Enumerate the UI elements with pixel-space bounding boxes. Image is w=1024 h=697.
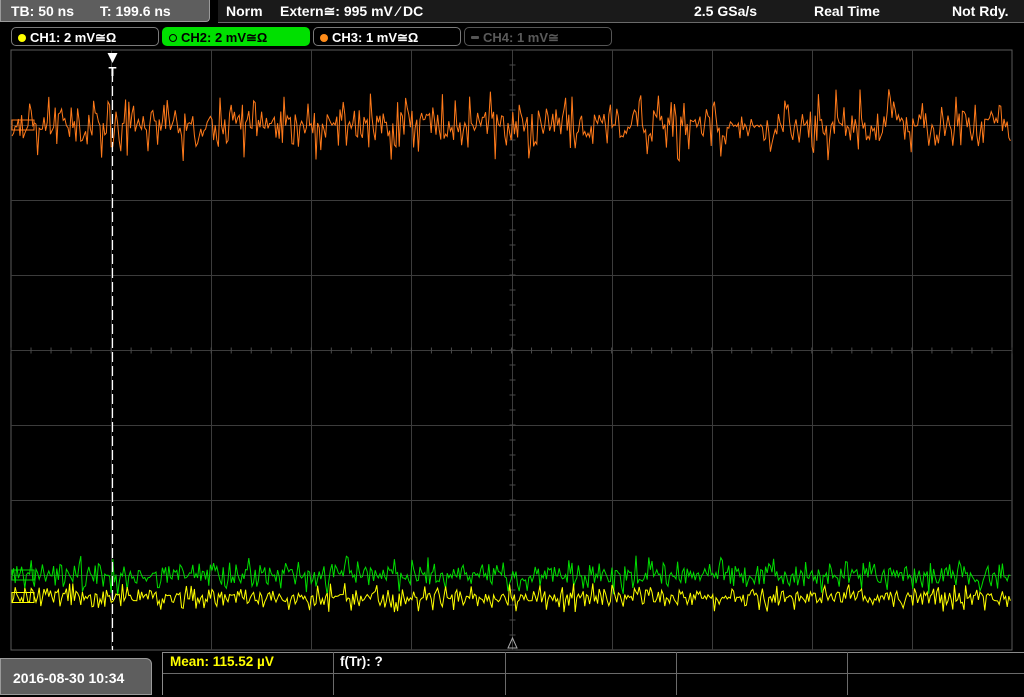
trigger-marker-label: T (109, 64, 117, 79)
waveform-display[interactable]: T (0, 0, 1024, 695)
measurement-table (162, 652, 1024, 695)
measurement-frequency[interactable]: f(Tr): ? (340, 654, 383, 669)
bottom-bar: 2016-08-30 10:34 Mean: 115.52 µV f(Tr): … (0, 652, 1024, 695)
measurement-mean[interactable]: Mean: 115.52 µV (170, 654, 274, 669)
